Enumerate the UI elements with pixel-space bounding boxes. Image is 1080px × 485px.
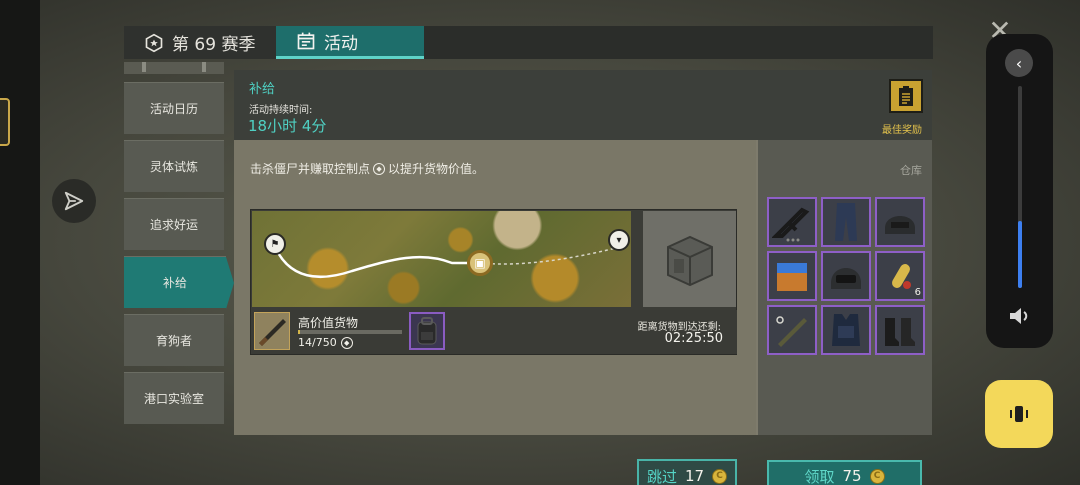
backpack-icon[interactable]	[409, 312, 445, 350]
chevron-left-icon[interactable]: ‹	[1005, 49, 1033, 77]
supply-box-icon	[777, 263, 807, 291]
vibrate-mode-button[interactable]	[985, 380, 1053, 448]
storage-slot[interactable]	[875, 197, 925, 247]
cargo-name: 高价值货物	[298, 316, 359, 330]
tab-activity-label: 活动	[324, 33, 358, 54]
storage-slot[interactable]	[821, 197, 871, 247]
grenade-launcher-icon	[776, 316, 807, 347]
volume-level	[1018, 221, 1022, 288]
share-button[interactable]	[52, 179, 96, 223]
send-icon	[64, 191, 84, 211]
cargo-progress-fill	[298, 330, 301, 334]
sidebar-rail	[124, 62, 224, 74]
clipboard-icon	[899, 86, 913, 106]
cargo-crate-image	[643, 211, 736, 307]
claim-cost: 75	[842, 467, 862, 485]
sidebar-item-supply[interactable]: 补给	[124, 256, 234, 309]
cargo-marker-icon[interactable]: ▣	[467, 250, 493, 276]
speaker-icon[interactable]	[1008, 306, 1032, 326]
combat-helmet-icon	[885, 216, 915, 234]
coin-icon: C	[869, 468, 885, 484]
claim-label: 领取	[804, 467, 835, 485]
best-reward-label: 最佳奖励	[882, 125, 922, 136]
event-content: 击杀僵尸并赚取控制点 ◆ 以提升货物价值。 ⚑ ▣ ▾ 高价值货物 14/750…	[234, 140, 756, 485]
storage-slot[interactable]	[875, 305, 925, 355]
tab-season[interactable]: 第 69 赛季	[124, 26, 276, 59]
activity-sidebar: 活动日历 灵体试炼 追求好运 补给 育狗者 港口实验室	[124, 62, 234, 435]
storage-panel: 仓库 6 领取 75 C	[758, 140, 932, 485]
description-text: 击杀僵尸并赚取控制点	[250, 162, 371, 176]
coin-icon: C	[712, 468, 728, 484]
cargo-progress-bar	[298, 330, 402, 334]
event-header: 补给 活动持续时间: 18小时 4分 最佳奖励	[234, 70, 932, 140]
sidebar-item-label: 育狗者	[155, 334, 192, 348]
sidebar-item-spirit-trial[interactable]: 灵体试炼	[124, 140, 224, 192]
control-point-icon: ◆	[373, 162, 386, 175]
event-title: 补给	[249, 82, 276, 97]
route-path	[274, 246, 621, 279]
event-description: 击杀僵尸并赚取控制点 ◆ 以提升货物价值。	[250, 160, 484, 177]
item-quantity: 6	[914, 287, 921, 298]
storage-slot[interactable]: 6	[875, 251, 925, 301]
sidebar-item-fortune[interactable]: 追求好运	[124, 198, 224, 250]
cargo-progress-text: 14/750 ◆	[298, 336, 353, 349]
tactical-pants-icon	[835, 203, 857, 241]
skip-cost: 17	[684, 467, 705, 485]
sidebar-item-label: 补给	[162, 276, 187, 290]
control-point-icon: ◆	[340, 336, 353, 349]
skip-button[interactable]: 跳过 17 C	[637, 459, 737, 485]
storage-slot[interactable]	[821, 305, 871, 355]
pill-capsule-icon	[892, 264, 911, 289]
destination-marker-icon: ▾	[608, 229, 630, 251]
cargo-progress-value: 14/750	[298, 336, 337, 349]
rail-pin	[202, 62, 206, 72]
combat-boots-icon	[885, 318, 915, 346]
volume-panel: ‹	[986, 34, 1053, 348]
shotgun-icon[interactable]	[254, 312, 290, 350]
supply-event-panel: 补给 活动持续时间: 18小时 4分 最佳奖励 击杀僵尸并赚取控制点 ◆ 以提升…	[234, 70, 932, 485]
sidebar-item-label: 活动日历	[149, 102, 198, 116]
duration-value: 18小时 4分	[248, 117, 327, 135]
calendar-icon	[297, 32, 315, 50]
storage-slot[interactable]	[767, 251, 817, 301]
sidebar-item-dog-breeder[interactable]: 育狗者	[124, 314, 224, 366]
start-flag-marker-icon: ⚑	[264, 233, 286, 255]
cargo-info-strip: 高价值货物 14/750 ◆ 距离货物到达还剩: 02:25:50	[252, 310, 737, 354]
storage-slot[interactable]	[767, 305, 817, 355]
sidebar-item-label: 追求好运	[149, 218, 198, 232]
assault-rifle-icon	[772, 207, 810, 242]
top-tab-bar: 第 69 赛季 活动	[124, 26, 933, 59]
sidebar-item-port-lab[interactable]: 港口实验室	[124, 372, 224, 424]
season-badge-icon	[145, 33, 163, 52]
riot-helmet-icon	[831, 268, 861, 289]
left-edge-strip	[0, 0, 40, 485]
sidebar-item-calendar[interactable]: 活动日历	[124, 82, 224, 134]
sidebar-item-label: 灵体试炼	[149, 160, 198, 174]
left-badge-icon[interactable]	[0, 98, 10, 146]
storage-slot[interactable]	[821, 251, 871, 301]
rail-pin	[142, 62, 146, 72]
vibrate-icon	[1010, 406, 1028, 422]
sidebar-item-label: 港口实验室	[143, 392, 204, 406]
cargo-route-box: ⚑ ▣ ▾ 高价值货物 14/750 ◆ 距离货物到达还剩: 02:25:50	[250, 209, 737, 355]
storage-slot[interactable]	[767, 197, 817, 247]
tab-season-label: 第 69 赛季	[172, 35, 256, 55]
tab-activity[interactable]: 活动	[276, 26, 424, 59]
distance-timer: 02:25:50	[664, 331, 723, 346]
description-suffix: 以提升货物价值。	[388, 162, 485, 176]
duration-label: 活动持续时间:	[249, 105, 313, 116]
route-map: ⚑ ▣ ▾	[252, 211, 631, 307]
storage-title: 仓库	[900, 164, 922, 177]
crate-icon	[666, 235, 713, 287]
body-armor-icon	[832, 314, 860, 346]
best-reward-button[interactable]	[889, 79, 923, 113]
claim-button[interactable]: 领取 75 C	[767, 460, 922, 485]
skip-label: 跳过	[646, 467, 677, 485]
